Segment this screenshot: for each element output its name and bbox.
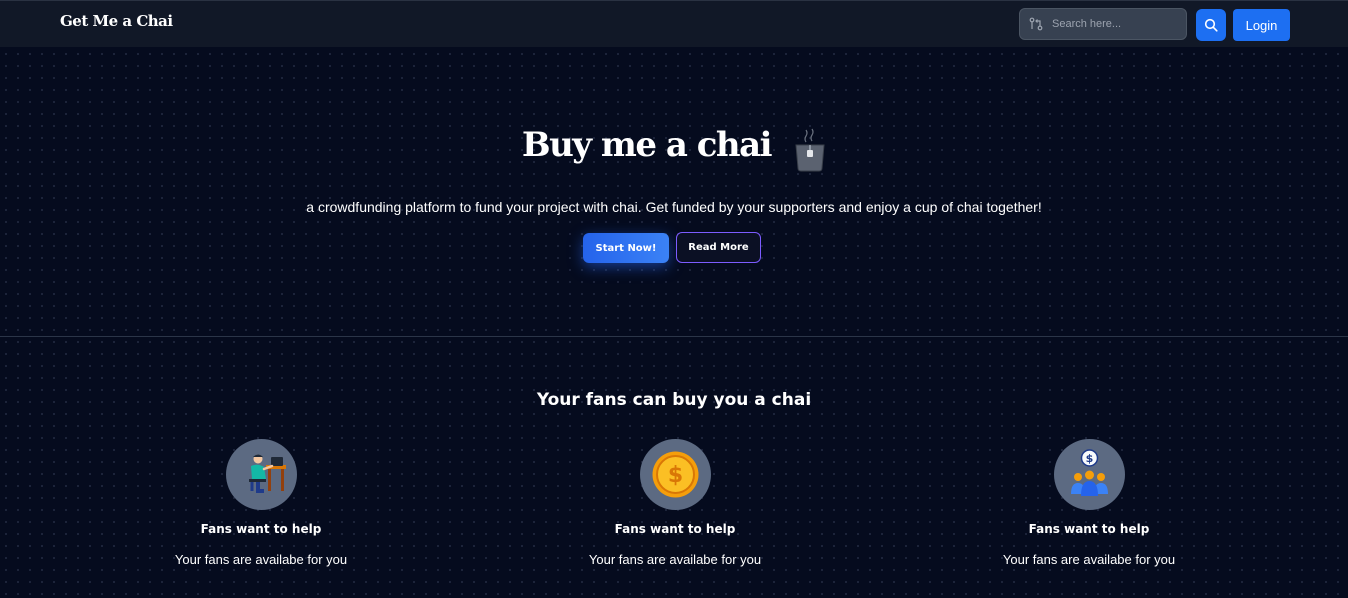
login-button[interactable]: Login	[1233, 9, 1290, 41]
group-donation-icon: $	[1070, 449, 1108, 496]
person-at-desk-icon	[248, 454, 286, 493]
hero-heading: Buy me a chai	[0, 118, 1348, 172]
section-title: Your fans can buy you a chai	[536, 390, 812, 410]
search-input[interactable]	[1052, 9, 1182, 39]
search-button[interactable]	[1196, 9, 1226, 41]
feature-card: Fans want to help Your fans are availabe…	[161, 439, 361, 567]
feature-card: $ Fans want to help Your fans are availa…	[575, 439, 775, 567]
search-box[interactable]	[1019, 8, 1187, 40]
navbar: Get Me a Chai Login	[0, 0, 1348, 47]
feature-description: Your fans are availabe for you	[174, 552, 348, 567]
feature-title: Fans want to help	[1028, 522, 1150, 536]
feature-icon-circle: $	[639, 439, 711, 510]
search-icon	[1204, 18, 1218, 32]
feature-card: $ Fans want to help Your fans are availa…	[989, 439, 1189, 567]
hero-title: Buy me a chai	[521, 125, 773, 165]
feature-title: Fans want to help	[614, 522, 736, 536]
hero-subtitle: a crowdfunding platform to fund your pro…	[306, 199, 1042, 215]
feature-description: Your fans are availabe for you	[588, 552, 762, 567]
read-more-button[interactable]: Read More	[676, 232, 761, 263]
feature-description: Your fans are availabe for you	[1002, 552, 1176, 567]
feature-title: Fans want to help	[200, 522, 322, 536]
git-compare-icon	[1029, 17, 1043, 31]
svg-text:$: $	[667, 463, 682, 488]
tea-cup-icon	[795, 128, 825, 172]
start-now-button[interactable]: Start Now!	[583, 233, 669, 263]
gold-coin-icon: $	[652, 451, 698, 498]
feature-icon-circle	[225, 439, 297, 510]
section-divider	[0, 336, 1348, 337]
feature-icon-circle: $	[1053, 439, 1125, 510]
brand-logo[interactable]: Get Me a Chai	[60, 12, 173, 30]
svg-text:$: $	[1085, 452, 1093, 465]
